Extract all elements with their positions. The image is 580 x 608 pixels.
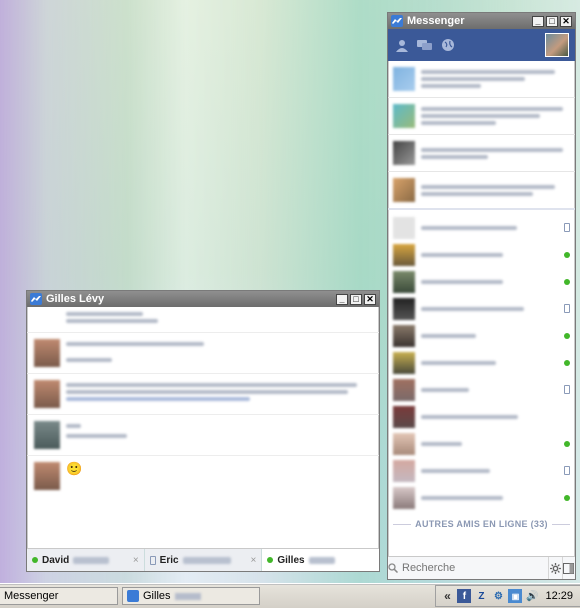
online-status-icon [564, 278, 570, 285]
friend-item[interactable] [388, 484, 575, 511]
message-list: 🙂 [27, 307, 379, 549]
online-status-icon [267, 557, 274, 563]
friend-item[interactable] [388, 376, 575, 403]
chat-window: Gilles Lévy _ □ ✕ 🙂 David × Eric × Gille… [26, 290, 380, 572]
online-status-icon [564, 440, 570, 447]
search-input[interactable] [398, 562, 548, 574]
taskbar-item-label: Messenger [4, 590, 59, 602]
messages-icon[interactable] [417, 38, 432, 53]
chat-tab-active[interactable]: Gilles [262, 549, 380, 571]
chat-tab[interactable]: Eric × [145, 549, 263, 571]
facebook-icon[interactable]: f [457, 589, 472, 603]
taskbar: Messenger Gilles « f Z ⚙ ▣ 🔊 12:29 [0, 583, 580, 608]
friend-item[interactable] [388, 349, 575, 376]
close-tab-icon[interactable]: × [133, 555, 139, 566]
friend-item[interactable] [388, 268, 575, 295]
news-ticker [388, 61, 575, 210]
mobile-icon [564, 466, 570, 475]
ticker-item[interactable] [388, 98, 575, 135]
messenger-title: Messenger [407, 15, 465, 27]
search-icon [388, 563, 398, 573]
system-tray: « f Z ⚙ ▣ 🔊 12:29 [435, 585, 580, 607]
friend-item[interactable] [388, 295, 575, 322]
online-status-icon [564, 359, 570, 366]
taskbar-item-messenger[interactable]: Messenger [0, 587, 118, 605]
messenger-toolbar [388, 29, 575, 61]
message [27, 307, 379, 333]
mobile-icon [564, 385, 570, 394]
online-status-icon [32, 557, 38, 563]
friends-list [388, 210, 575, 511]
friend-item[interactable] [388, 322, 575, 349]
minimize-button[interactable]: _ [532, 15, 544, 27]
online-friends-section-label: AUTRES AMIS EN LIGNE (33) [388, 511, 575, 535]
messenger-titlebar[interactable]: Messenger _ □ ✕ [388, 13, 575, 29]
ticker-item[interactable] [388, 172, 575, 210]
z-app-icon[interactable]: Z [474, 589, 488, 603]
message [27, 333, 379, 374]
ticker-item[interactable] [388, 135, 575, 172]
message [27, 415, 379, 456]
profile-avatar[interactable] [545, 33, 569, 57]
mobile-icon [564, 304, 570, 313]
chat-title: Gilles Lévy [46, 293, 105, 305]
close-button[interactable]: ✕ [364, 293, 376, 305]
chat-tab-label: Gilles [277, 554, 305, 566]
friend-item[interactable] [388, 457, 575, 484]
mobile-icon [149, 555, 156, 565]
online-status-icon [564, 251, 570, 258]
friend-item[interactable] [388, 241, 575, 268]
search-bar [388, 556, 575, 579]
taskbar-item-gilles[interactable]: Gilles [122, 587, 260, 605]
taskbar-item-label: Gilles [143, 590, 171, 602]
online-status-icon [564, 332, 570, 339]
message [27, 374, 379, 415]
mobile-icon [564, 223, 570, 232]
notifications-globe-icon[interactable] [440, 38, 455, 53]
messenger-logo-icon [391, 15, 403, 27]
chat-tab-label: Eric [159, 554, 179, 566]
chat-tab-label: David [42, 554, 70, 566]
messenger-logo-icon [127, 590, 139, 602]
minimize-button[interactable]: _ [336, 293, 348, 305]
maximize-button[interactable]: □ [546, 15, 558, 27]
messenger-window: Messenger _ □ ✕ AUTRES AMIS EN LIGNE (33… [387, 12, 576, 580]
ticker-item[interactable] [388, 61, 575, 98]
online-status-icon [564, 494, 570, 501]
friend-item[interactable] [388, 430, 575, 457]
close-tab-icon[interactable]: × [251, 555, 257, 566]
clock[interactable]: 12:29 [542, 590, 576, 602]
message: 🙂 [27, 456, 379, 496]
messenger-logo-icon [30, 293, 42, 305]
smiley-emoji: 🙂 [66, 461, 83, 476]
chat-tab[interactable]: David × [27, 549, 145, 571]
friend-item[interactable] [388, 214, 575, 241]
settings-gear-icon[interactable] [548, 557, 562, 579]
toggle-sidebar-icon[interactable] [561, 557, 576, 579]
maximize-button[interactable]: □ [350, 293, 362, 305]
friend-requests-icon[interactable] [394, 38, 409, 53]
show-hidden-icons-chevron-icon[interactable]: « [440, 589, 454, 603]
close-button[interactable]: ✕ [560, 15, 572, 27]
chat-tabs: David × Eric × Gilles [27, 548, 380, 571]
friend-item[interactable] [388, 403, 575, 430]
safely-remove-hardware-icon[interactable]: ▣ [508, 589, 523, 603]
volume-icon[interactable]: 🔊 [525, 589, 539, 603]
chat-titlebar[interactable]: Gilles Lévy _ □ ✕ [27, 291, 379, 307]
network-icon[interactable]: ⚙ [491, 589, 505, 603]
